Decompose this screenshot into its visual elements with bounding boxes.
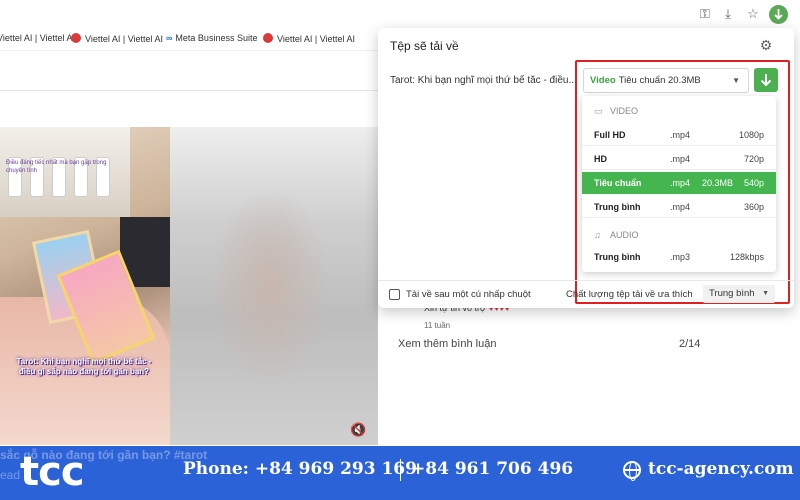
divider [0,50,380,51]
bookmark-label: Viettel AI | Viettel AI [85,34,164,44]
divider [0,90,380,91]
menu-item-full-hd[interactable]: Full HD .mp4 1080p [582,124,776,146]
divider [400,459,401,481]
bookmark-label: Viettel AI | Viettel AI [277,34,356,44]
section-label: AUDIO [610,230,639,240]
menu-item-standard[interactable]: Tiêu chuẩn .mp4 20.3MB 540p [582,172,776,194]
speaker-muted-icon[interactable]: 🔇 [350,423,366,437]
viettel-favicon-icon [71,33,81,43]
music-note-icon: ♫ [594,230,601,240]
bookmark-item[interactable]: Viettel AI | Viettel AI [0,33,75,43]
screenshot-root: ⚿ ⤓ ☆ Viettel AI | Viettel AI Viettel AI… [0,0,800,500]
phone-number: +84 961 706 496 [411,459,574,479]
option-quality: Full HD [594,130,626,140]
selected-size: 20.3MB [668,75,701,86]
section-label: VIDEO [610,106,639,116]
star-icon[interactable]: ☆ [744,5,762,23]
download-arrow-icon [760,74,772,87]
option-quality: Trung bình [594,202,641,212]
tcc-logo: tcc [20,449,85,495]
preference-label: Chất lượng tệp tải về ưa thích [566,289,693,300]
browser-toolbar: ⚿ ⤓ ☆ [0,0,800,28]
download-manager-icon[interactable]: ⤓ [719,5,737,23]
tarot-shelf: Điều đáng tiếc nhất mà bạn gặp trong chu… [0,127,130,217]
phone-number: Phone: +84 969 293 169 [183,459,417,479]
globe-icon [623,461,641,481]
meta-logo-icon: ∞ [166,33,173,43]
preferred-quality-select[interactable]: Trung bình ▼ [703,285,775,303]
video-camera-icon: ▭ [594,106,603,116]
download-popup: Tệp sẽ tải về ⚙ Tarot: Khi bạn nghĩ mọi … [378,28,794,308]
viettel-favicon-icon [263,33,273,43]
download-extension-icon[interactable] [769,5,788,24]
chevron-down-icon: ▼ [732,76,740,85]
video-caption: Tarot: Khi bạn nghĩ mọi thứ bế tắc - điề… [16,357,152,376]
option-resolution: 128kbps [729,252,764,262]
blur-shape [210,187,330,387]
chevron-down-icon: ▼ [762,290,769,297]
media-kind-label: Video [590,75,616,86]
video-overlay-text: Điều đáng tiếc nhất mà bạn gặp trong chu… [6,160,107,174]
bookmark-item[interactable]: Viettel AI | Viettel AI [263,33,355,44]
preferred-quality-value: Trung bình [709,288,755,299]
see-more-comments-link[interactable]: Xem thêm bình luận [398,338,496,350]
download-button[interactable] [754,68,778,92]
download-item-title: Tarot: Khi bạn nghĩ mọi thứ bế tắc - điề… [390,75,577,86]
menu-section-audio: ♫ AUDIO [594,228,639,242]
quality-dropdown[interactable]: Video Tiêu chuẩn 20.3MB ▼ [583,68,749,93]
popup-footer: Tải về sau một cú nhấp chuột Chất lượng … [378,280,794,308]
gear-icon[interactable]: ⚙ [758,37,774,53]
option-resolution: 540p [743,178,764,188]
option-format: .mp3 [670,252,691,262]
key-icon[interactable]: ⚿ [696,5,714,23]
menu-item-medium-video[interactable]: Trung bình .mp4 360p [582,196,776,218]
option-quality: HD [594,154,607,164]
option-format: .mp4 [670,178,691,188]
selected-quality: Tiêu chuẩn [618,75,666,86]
one-click-checkbox[interactable] [389,289,400,300]
option-format: .mp4 [670,154,691,164]
website-link: tcc-agency.com [648,459,794,479]
background-text: ead [0,468,21,482]
checkbox-label: Tải về sau một cú nhấp chuột [406,289,531,300]
option-format: .mp4 [670,130,691,140]
bookmark-label: Meta Business Suite [175,33,258,43]
menu-section-video: ▭ VIDEO [594,104,638,118]
option-resolution: 720p [743,154,764,164]
option-resolution: 1080p [738,130,764,140]
bookmark-item[interactable]: Viettel AI | Viettel AI [71,33,163,44]
agency-banner: sắc gỗ nào đang tới gần bạn? #tarot ead … [0,446,800,500]
video-side-blur [170,127,378,445]
menu-item-hd[interactable]: HD .mp4 720p [582,148,776,170]
video-frame[interactable]: Điều đáng tiếc nhất mà bạn gặp trong chu… [0,127,170,445]
menu-item-medium-audio[interactable]: Trung bình .mp3 128kbps [582,246,776,268]
popup-title: Tệp sẽ tải về [390,39,459,53]
comments-count: 2/14 [679,338,701,350]
option-size: 20.3MB [702,178,734,188]
option-resolution: 360p [743,202,764,212]
bookmark-item[interactable]: ∞ Meta Business Suite [166,33,257,43]
quality-menu: ▭ VIDEO Full HD .mp4 1080p HD .mp4 720p T… [582,96,776,272]
option-quality: Tiêu chuẩn [594,178,642,188]
comment-time: 11 tuần [424,321,451,330]
option-format: .mp4 [670,202,691,212]
bookmark-label: Viettel AI | Viettel AI [0,33,76,43]
option-quality: Trung bình [594,252,641,262]
